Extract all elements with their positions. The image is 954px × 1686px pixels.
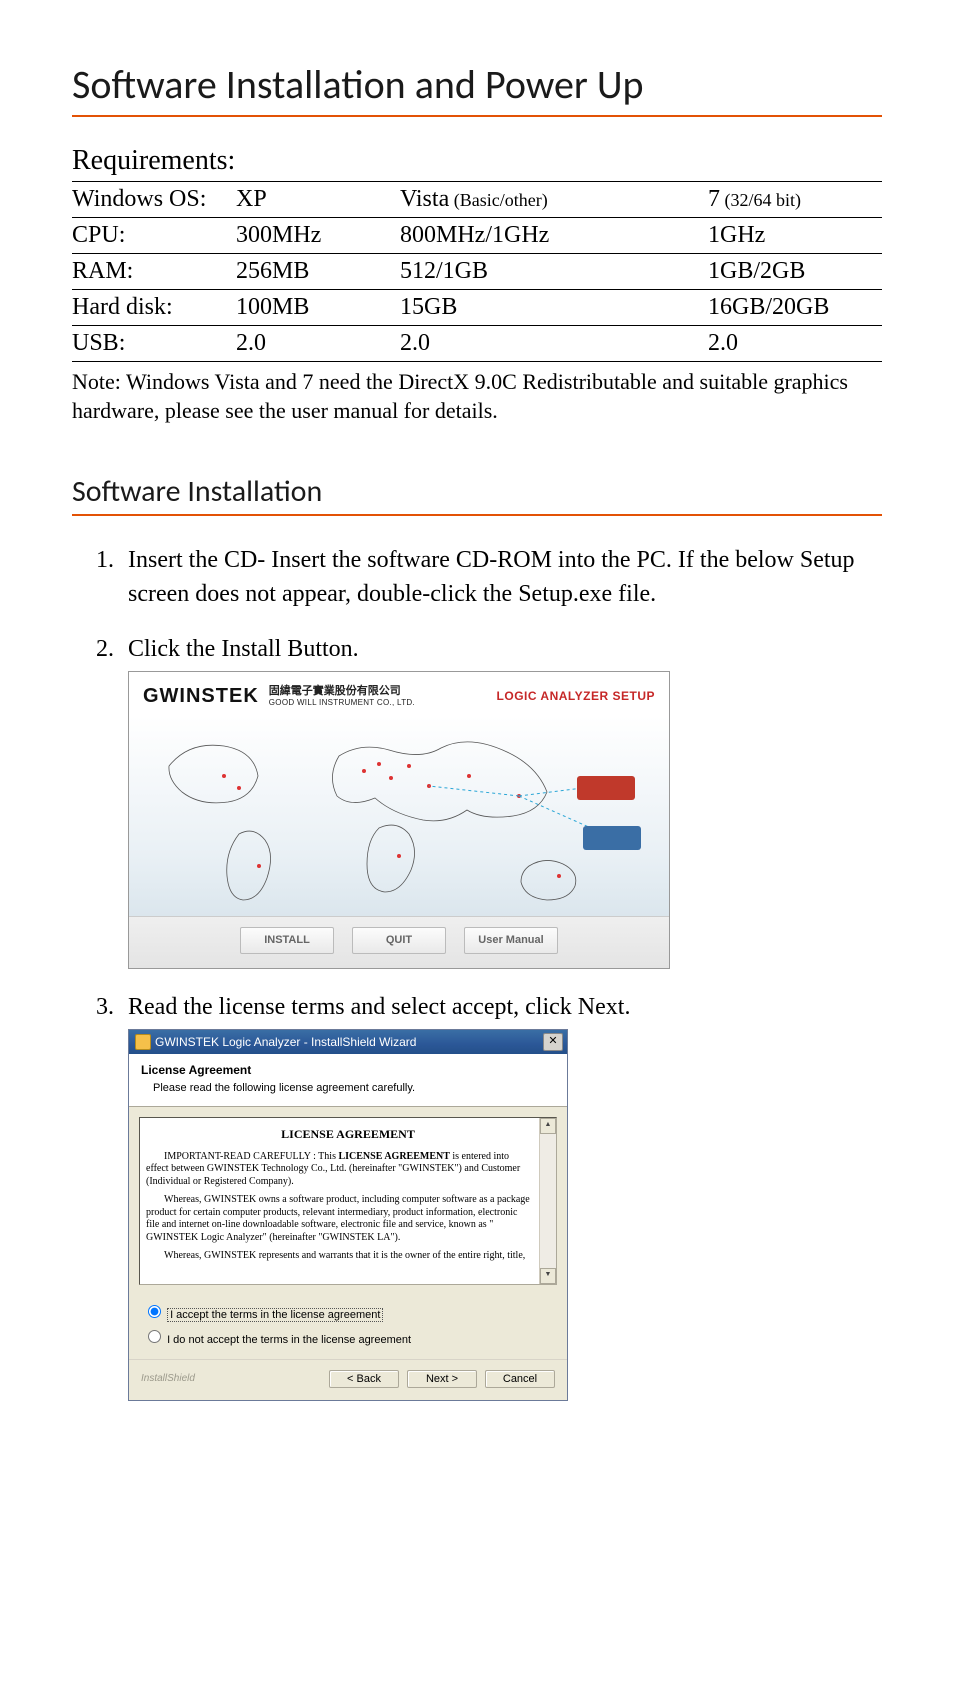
quit-button[interactable]: QUIT — [352, 927, 446, 954]
license-agreement-heading: License Agreement — [141, 1062, 555, 1079]
steps-list: Insert the CD- Insert the software CD-RO… — [72, 544, 882, 1401]
req-cell: 512/1GB — [400, 254, 708, 290]
license-radio-group: I accept the terms in the license agreem… — [129, 1295, 567, 1353]
back-button[interactable]: < Back — [329, 1370, 399, 1388]
close-button[interactable]: ✕ — [543, 1033, 563, 1051]
requirements-table: Windows OS: XP Vista (Basic/other) 7 (32… — [72, 181, 882, 362]
scroll-down-button[interactable]: ▼ — [540, 1268, 556, 1284]
license-paragraph: Whereas, GWINSTEK owns a software produc… — [146, 1194, 532, 1244]
scroll-up-button[interactable]: ▲ — [540, 1118, 556, 1134]
scrollbar[interactable]: ▲ ▼ — [539, 1118, 556, 1284]
table-row: RAM: 256MB 512/1GB 1GB/2GB — [72, 254, 882, 290]
req-cell: 2.0 — [708, 326, 882, 362]
installshield-label: InstallShield — [141, 1372, 195, 1386]
req-cell: Vista (Basic/other) — [400, 182, 708, 218]
setup-screenshot: GWINSTEK 固緯電子實業股份有限公司 GOOD WILL INSTRUME… — [128, 671, 670, 969]
req-cell: 256MB — [236, 254, 400, 290]
title-rule — [72, 115, 882, 117]
setup-title: LOGIC ANALYZER SETUP — [497, 688, 655, 705]
world-map-icon — [129, 716, 669, 916]
brand-subtitle: 固緯電子實業股份有限公司 GOOD WILL INSTRUMENT CO., L… — [269, 685, 415, 708]
req-cell: 1GB/2GB — [708, 254, 882, 290]
requirements-note: Note: Windows Vista and 7 need the Direc… — [72, 368, 882, 425]
wizard-footer: InstallShield < Back Next > Cancel — [129, 1359, 567, 1400]
next-button[interactable]: Next > — [407, 1370, 477, 1388]
wizard-title: GWINSTEK Logic Analyzer - InstallShield … — [155, 1034, 416, 1051]
req-cell: 15GB — [400, 290, 708, 326]
cancel-button[interactable]: Cancel — [485, 1370, 555, 1388]
req-cell: XP — [236, 182, 400, 218]
step-2: Click the Install Button. GWINSTEK 固緯電子實… — [120, 633, 882, 969]
step-3: Read the license terms and select accept… — [120, 991, 882, 1401]
wizard-headpane: License Agreement Please read the follow… — [129, 1054, 567, 1107]
wizard-titlebar: GWINSTEK Logic Analyzer - InstallShield … — [129, 1030, 567, 1054]
setup-button-row: INSTALL QUIT User Manual — [129, 916, 669, 968]
license-text-box[interactable]: LICENSE AGREEMENT IMPORTANT-READ CAREFUL… — [139, 1117, 557, 1285]
step-1: Insert the CD- Insert the software CD-RO… — [120, 544, 882, 611]
req-label: RAM: — [72, 254, 236, 290]
table-row: Windows OS: XP Vista (Basic/other) 7 (32… — [72, 182, 882, 218]
install-wizard-dialog: GWINSTEK Logic Analyzer - InstallShield … — [128, 1029, 568, 1401]
req-label: Hard disk: — [72, 290, 236, 326]
req-label: CPU: — [72, 218, 236, 254]
req-cell: 7 (32/64 bit) — [708, 182, 882, 218]
req-cell: 800MHz/1GHz — [400, 218, 708, 254]
decline-radio-input[interactable] — [148, 1330, 161, 1343]
table-row: USB: 2.0 2.0 2.0 — [72, 326, 882, 362]
installer-icon — [135, 1034, 151, 1050]
page-title: Software Installation and Power Up — [72, 60, 882, 109]
req-label: USB: — [72, 326, 236, 362]
req-cell: 2.0 — [236, 326, 400, 362]
req-cell: 100MB — [236, 290, 400, 326]
section-rule — [72, 514, 882, 516]
license-title: LICENSE AGREEMENT — [146, 1126, 550, 1143]
requirements-heading: Requirements: — [72, 145, 882, 177]
table-row: Hard disk: 100MB 15GB 16GB/20GB — [72, 290, 882, 326]
req-cell: 2.0 — [400, 326, 708, 362]
req-cell: 300MHz — [236, 218, 400, 254]
license-paragraph: Whereas, GWINSTEK represents and warrant… — [146, 1250, 532, 1263]
world-map-image — [129, 716, 669, 916]
software-installation-heading: Software Installation — [72, 473, 882, 510]
license-agreement-subheading: Please read the following license agreem… — [153, 1081, 555, 1096]
req-cell: 16GB/20GB — [708, 290, 882, 326]
req-label: Windows OS: — [72, 182, 236, 218]
license-paragraph: IMPORTANT-READ CAREFULLY : This LICENSE … — [146, 1151, 532, 1189]
install-button[interactable]: INSTALL — [240, 927, 334, 954]
accept-radio[interactable]: I accept the terms in the license agreem… — [143, 1302, 553, 1323]
setup-header: GWINSTEK 固緯電子實業股份有限公司 GOOD WILL INSTRUME… — [129, 672, 669, 716]
req-cell: 1GHz — [708, 218, 882, 254]
decline-radio[interactable]: I do not accept the terms in the license… — [143, 1327, 553, 1348]
brand-logo: GWINSTEK — [143, 682, 259, 710]
table-row: CPU: 300MHz 800MHz/1GHz 1GHz — [72, 218, 882, 254]
accept-radio-input[interactable] — [148, 1305, 161, 1318]
user-manual-button[interactable]: User Manual — [464, 927, 558, 954]
